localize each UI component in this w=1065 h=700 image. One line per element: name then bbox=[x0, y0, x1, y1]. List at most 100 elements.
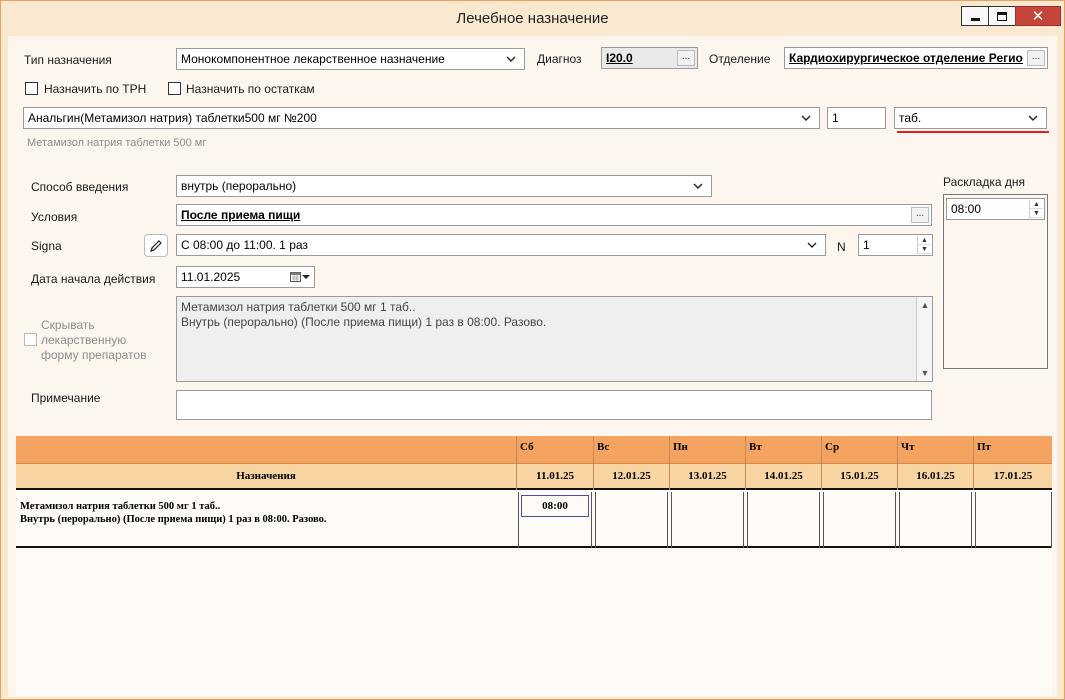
day-column-2[interactable]: Пн 13.01.25 bbox=[669, 436, 745, 490]
note-input[interactable] bbox=[176, 390, 932, 420]
time-up-icon[interactable]: ▲ bbox=[1030, 200, 1043, 209]
time-down-icon[interactable]: ▼ bbox=[1030, 209, 1043, 218]
route-label: Способ введения bbox=[31, 180, 129, 194]
n-down-icon[interactable]: ▼ bbox=[918, 245, 931, 254]
minimize-icon bbox=[970, 17, 980, 21]
day-date: 12.01.25 bbox=[612, 470, 651, 482]
day-name: Вт bbox=[749, 441, 762, 453]
day-column-4[interactable]: Ср 15.01.25 bbox=[821, 436, 897, 490]
window-title: Лечебное назначение bbox=[456, 10, 609, 27]
signa-label: Signa bbox=[31, 239, 62, 253]
signa-edit-button[interactable] bbox=[144, 234, 168, 257]
raskladka-time-stepper[interactable]: 08:00 ▲ ▼ bbox=[946, 198, 1045, 220]
conditions-field[interactable]: После приема пищи ... bbox=[176, 204, 932, 226]
hide-form-checkbox[interactable] bbox=[24, 333, 37, 346]
day-date: 16.01.25 bbox=[916, 470, 955, 482]
dose-input[interactable]: 1 bbox=[827, 107, 886, 129]
maximize-button[interactable] bbox=[988, 6, 1015, 26]
unit-value: таб. bbox=[899, 111, 922, 125]
schedule-cell[interactable] bbox=[899, 492, 972, 548]
minimize-button[interactable] bbox=[961, 6, 988, 26]
day-column-0[interactable]: Сб 11.01.25 bbox=[516, 436, 593, 490]
diagnosis-browse-button[interactable]: ... bbox=[677, 50, 695, 66]
signa-select[interactable]: С 08:00 до 11:00. 1 раз bbox=[176, 234, 826, 256]
type-select[interactable]: Монокомпонентное лекарственное назначени… bbox=[176, 48, 525, 70]
scroll-up-icon[interactable]: ▲ bbox=[917, 297, 933, 313]
hide-form-label: Скрывать лекарственную форму препаратов bbox=[41, 318, 146, 363]
assign-remains-checkbox[interactable] bbox=[168, 82, 181, 95]
chevron-down-icon bbox=[807, 242, 821, 248]
type-label: Тип назначения bbox=[24, 53, 112, 67]
summary-line-2: Внутрь (перорально) (После приема пищи) … bbox=[181, 315, 547, 329]
schedule-cell[interactable] bbox=[671, 492, 744, 548]
close-icon: ✕ bbox=[1031, 7, 1045, 25]
day-column-3[interactable]: Вт 14.01.25 bbox=[745, 436, 821, 490]
hide-form-label-line-2: лекарственную bbox=[41, 333, 127, 347]
summary-scrollbar[interactable]: ▲ ▼ bbox=[916, 297, 932, 381]
title-bar[interactable]: Лечебное назначение ✕ bbox=[1, 1, 1064, 35]
schedule-cell[interactable]: 08:00 bbox=[518, 492, 592, 548]
drug-select[interactable]: Анальгин(Метамизол натрия) таблетки500 м… bbox=[23, 107, 820, 129]
day-name: Вс bbox=[597, 441, 610, 453]
start-date-picker[interactable]: 11.01.2025 bbox=[176, 266, 315, 288]
chevron-down-icon bbox=[801, 115, 815, 121]
pencil-icon bbox=[150, 239, 162, 252]
n-stepper-arrows[interactable]: ▲ ▼ bbox=[917, 236, 931, 254]
schedule-cell[interactable] bbox=[823, 492, 896, 548]
day-date: 13.01.25 bbox=[688, 470, 727, 482]
chevron-down-icon bbox=[1028, 115, 1042, 121]
form-body: Тип назначения Монокомпонентное лекарств… bbox=[8, 36, 1057, 697]
diagnosis-field[interactable]: I20.0 ... bbox=[601, 47, 698, 69]
day-name: Чт bbox=[901, 441, 915, 453]
row-line-1: Метамизол натрия таблетки 500 мг 1 таб.. bbox=[20, 501, 221, 512]
department-value: Кардиохирургическое отделение Регион bbox=[789, 51, 1023, 65]
drug-value: Анальгин(Метамизол натрия) таблетки500 м… bbox=[28, 111, 317, 125]
day-column-5[interactable]: Чт 16.01.25 bbox=[897, 436, 973, 490]
prescription-window: Лечебное назначение ✕ Тип назначения Мон… bbox=[0, 0, 1065, 700]
day-name: Пн bbox=[673, 441, 688, 453]
day-date: 15.01.25 bbox=[840, 470, 879, 482]
n-stepper[interactable]: 1 ▲ ▼ bbox=[858, 234, 933, 256]
assign-trn-label: Назначить по ТРН bbox=[44, 82, 147, 96]
summary-line-1: Метамизол натрия таблетки 500 мг 1 таб.. bbox=[181, 300, 416, 314]
drug-hint: Метамизол натрия таблетки 500 мг bbox=[27, 137, 207, 149]
day-column-6[interactable]: Пт 17.01.25 bbox=[973, 436, 1052, 490]
row-line-2: Внутрь (перорально) (После приема пищи) … bbox=[20, 514, 327, 525]
route-select[interactable]: внутрь (перорально) bbox=[176, 175, 712, 197]
start-date-label: Дата начала действия bbox=[31, 272, 156, 286]
type-value: Монокомпонентное лекарственное назначени… bbox=[181, 52, 445, 66]
department-browse-button[interactable]: ... bbox=[1027, 50, 1045, 66]
hide-form-label-line-1: Скрывать bbox=[41, 318, 95, 332]
raskladka-label: Раскладка дня bbox=[943, 175, 1025, 189]
conditions-browse-button[interactable]: ... bbox=[911, 207, 929, 223]
summary-textarea[interactable]: Метамизол натрия таблетки 500 мг 1 таб..… bbox=[176, 296, 933, 382]
schedule-cell[interactable] bbox=[595, 492, 668, 548]
table-row[interactable]: Метамизол натрия таблетки 500 мг 1 таб..… bbox=[16, 492, 1052, 548]
department-field[interactable]: Кардиохирургическое отделение Регион ... bbox=[784, 47, 1048, 69]
conditions-label: Условия bbox=[31, 210, 78, 224]
schedule-cell[interactable] bbox=[975, 492, 1052, 548]
n-up-icon[interactable]: ▲ bbox=[918, 236, 931, 245]
maximize-icon bbox=[997, 11, 1007, 21]
n-label: N bbox=[837, 240, 846, 254]
scroll-down-icon[interactable]: ▼ bbox=[917, 365, 933, 381]
dose-value: 1 bbox=[832, 111, 839, 125]
day-date: 17.01.25 bbox=[993, 470, 1033, 482]
note-label: Примечание bbox=[31, 391, 101, 405]
day-column-1[interactable]: Вс 12.01.25 bbox=[593, 436, 669, 490]
calendar-icon[interactable] bbox=[290, 272, 310, 282]
schedule-grid: Назначения Сб 11.01.25 Вс 12.01.25 Пн 13… bbox=[16, 436, 1052, 696]
assign-remains-label: Назначить по остаткам bbox=[186, 82, 315, 96]
diagnosis-label: Диагноз bbox=[537, 52, 582, 66]
chevron-down-icon bbox=[693, 183, 707, 189]
raskladka-time-value: 08:00 bbox=[951, 202, 982, 216]
unit-select[interactable]: таб. bbox=[894, 107, 1047, 129]
time-chip[interactable]: 08:00 bbox=[521, 495, 589, 517]
schedule-cell[interactable] bbox=[747, 492, 820, 548]
close-button[interactable]: ✕ bbox=[1015, 6, 1061, 26]
assign-trn-checkbox[interactable] bbox=[25, 82, 38, 95]
chevron-down-icon bbox=[506, 56, 520, 62]
grid-header-label: Назначения bbox=[236, 470, 296, 482]
start-date-value: 11.01.2025 bbox=[181, 270, 241, 284]
raskladka-stepper-arrows[interactable]: ▲ ▼ bbox=[1029, 200, 1043, 218]
